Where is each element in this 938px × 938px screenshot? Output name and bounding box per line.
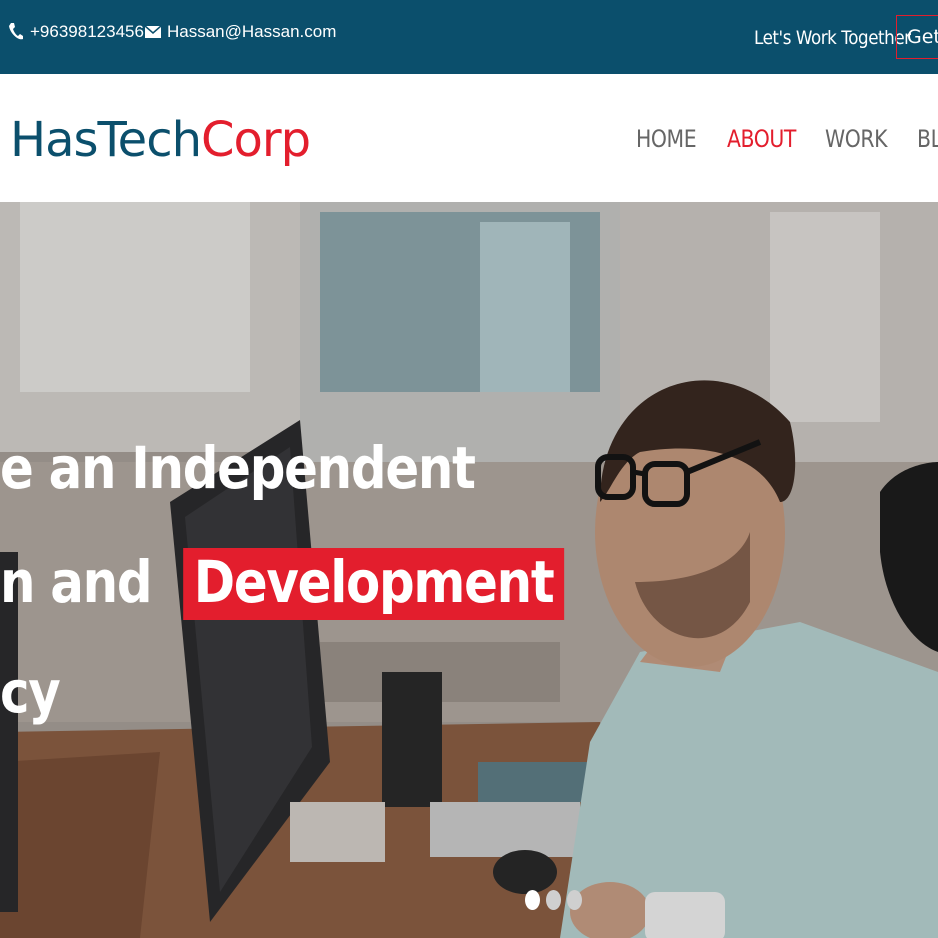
hero-headline-prefix: n and: [0, 548, 153, 616]
top-bar: +96398123456 Hassan@Hassan.com Let's Wor…: [0, 0, 938, 74]
hero-headline-line-3: cy: [0, 658, 61, 726]
slider-dot-2[interactable]: [546, 890, 561, 910]
slider-dots: [525, 890, 582, 910]
nav-item-about[interactable]: ABOUT: [727, 125, 796, 153]
logo-part-2: Corp: [201, 112, 311, 168]
email-address: Hassan@Hassan.com: [167, 22, 337, 41]
tagline: Let's Work Together: [754, 27, 911, 49]
nav-item-home[interactable]: HOME: [636, 125, 697, 153]
logo-part-1: HasTech: [10, 112, 202, 168]
slider-dot-1[interactable]: [525, 890, 540, 910]
envelope-icon: [145, 25, 161, 38]
slider-dot-3[interactable]: [567, 890, 582, 910]
hero-headline-highlight: Development: [183, 548, 564, 620]
phone-contact[interactable]: +96398123456: [8, 22, 144, 42]
phone-number: +96398123456: [30, 22, 144, 41]
email-contact[interactable]: Hassan@Hassan.com: [145, 22, 336, 42]
hero-headline-line-1: e an Independent: [0, 434, 476, 502]
phone-icon: [9, 23, 23, 40]
nav-item-blog[interactable]: BL: [917, 125, 938, 153]
brand-logo[interactable]: HasTechCorp: [10, 112, 311, 169]
hero-headline-line-2: n and Development: [0, 548, 564, 620]
hero-slider: e an Independent n and Development cy: [0, 202, 938, 938]
nav-item-work[interactable]: WORK: [825, 125, 888, 153]
get-quote-button[interactable]: Get: [896, 15, 938, 59]
